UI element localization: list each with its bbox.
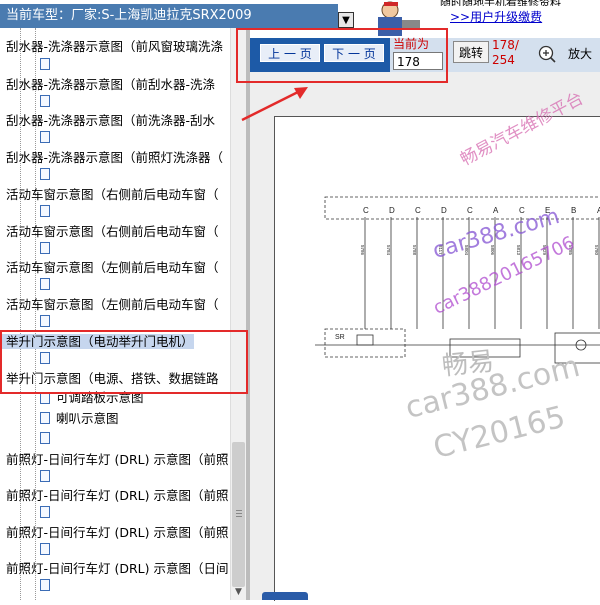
vehicle-model-bar: 当前车型：厂家:S-上海凯迪拉克SRX2009 — [0, 4, 338, 28]
wire-code-label: 5788 — [412, 245, 417, 256]
tree-item-label: 前照灯-日间行车灯 (DRL) 示意图（前照 — [6, 488, 229, 503]
connector-pin-label: C — [519, 206, 525, 215]
tree-item[interactable]: 活动车窗示意图（左侧前后电动车窗（ — [0, 296, 219, 314]
jump-button[interactable]: 跳转 — [453, 41, 489, 63]
vehicle-model-dropdown-button[interactable]: ▼ — [338, 12, 354, 28]
connector-pin-label: D — [389, 206, 395, 215]
annotation-box-pager — [236, 28, 448, 83]
zoom-in-button[interactable]: 放大 — [538, 42, 600, 66]
connector-pin-label: C — [415, 206, 421, 215]
tree-item-label: 刮水器-洗涤器示意图（前风窗玻璃洗涤 — [6, 39, 224, 54]
annotation-box-tree-selection — [0, 330, 248, 394]
document-icon[interactable] — [40, 242, 50, 254]
wire-code-label: 8117 — [438, 245, 443, 255]
document-icon[interactable] — [40, 543, 50, 555]
tree-item[interactable]: 活动车窗示意图（左侧前后电动车窗（ — [0, 259, 219, 277]
wire-code-label: 5813 — [516, 245, 521, 256]
document-icon[interactable] — [40, 58, 50, 70]
component-label: SR — [335, 334, 345, 341]
tree-item[interactable]: 前照灯-日间行车灯 (DRL) 示意图（前照 — [0, 487, 229, 505]
tree-item-label: 刮水器-洗涤器示意图（前照灯洗涤器（ — [6, 150, 224, 165]
bottom-page-tab[interactable] — [262, 592, 308, 600]
vehicle-model-value: 厂家:S-上海凯迪拉克SRX2009 — [71, 8, 252, 23]
wire-code-label: 5829 — [542, 245, 547, 256]
document-icon[interactable] — [40, 506, 50, 518]
tree-item-label: 活动车窗示意图（右侧前后电动车窗（ — [6, 224, 219, 239]
tree-item[interactable]: 前照灯-日间行车灯 (DRL) 示意图（前照 — [0, 451, 229, 469]
document-icon[interactable] — [40, 168, 50, 180]
tree-item[interactable]: 刮水器-洗涤器示意图（前洗涤器-刮水 — [0, 112, 215, 130]
document-icon[interactable] — [40, 315, 50, 327]
wire-code-label: 5785 — [568, 245, 573, 256]
connector-pin-label: C — [363, 206, 369, 215]
document-icon[interactable] — [40, 131, 50, 143]
document-tree-panel: 刮水器-洗涤器示意图（前风窗玻璃洗涤 刮水器-洗涤器示意图（前刮水器-洗涤 刮水… — [0, 28, 230, 600]
scroll-down-arrow-icon[interactable]: ▼ — [232, 586, 245, 598]
tree-item[interactable]: 前照灯-日间行车灯 (DRL) 示意图（日间 — [0, 560, 229, 578]
document-icon[interactable] — [40, 95, 50, 107]
user-upgrade-payment-link[interactable]: >>用户升级缴费 — [450, 8, 542, 25]
tree-item[interactable]: 活动车窗示意图（右侧前后电动车窗（ — [0, 223, 219, 241]
wiring-schematic: CDCDCACEBA 5786 5784 5788 8117 5804 5806 5813 5… — [315, 196, 600, 364]
grip-line — [236, 510, 242, 511]
document-icon[interactable] — [40, 278, 50, 290]
tree-item-label: 活动车窗示意图（右侧前后电动车窗（ — [6, 187, 219, 202]
tree-item[interactable]: 刮水器-洗涤器示意图（前风窗玻璃洗涤 — [0, 38, 223, 56]
tree-item[interactable]: 喇叭示意图 — [56, 410, 119, 428]
tree-item-label: 喇叭示意图 — [56, 411, 119, 426]
mobile-notice-text: 随时随地手机看维修资料 — [440, 0, 561, 6]
connector-pin-label: E — [545, 206, 550, 215]
tree-item-label: 前照灯-日间行车灯 (DRL) 示意图（前照 — [6, 452, 229, 467]
tree-item-label: 活动车窗示意图（左侧前后电动车窗（ — [6, 260, 219, 275]
tree-item-label: 刮水器-洗涤器示意图（前刮水器-洗涤 — [6, 77, 216, 92]
wire-code-label: 5784 — [386, 245, 391, 256]
connector-pin-label: A — [493, 206, 499, 215]
tree-item[interactable]: 前照灯-日间行车灯 (DRL) 示意图（前照 — [0, 524, 229, 542]
grip-line — [236, 513, 242, 514]
zoom-in-label: 放大 — [568, 47, 593, 61]
wire-code-label: 5780 — [594, 245, 599, 256]
connector-pin-label: B — [571, 206, 576, 215]
tree-item[interactable]: 刮水器-洗涤器示意图（前刮水器-洗涤 — [0, 76, 215, 94]
zoom-in-icon — [538, 45, 556, 63]
scrollbar-thumb[interactable] — [232, 442, 245, 587]
tree-item[interactable]: 活动车窗示意图（右侧前后电动车窗（ — [0, 186, 219, 204]
tree-item-label: 刮水器-洗涤器示意图（前洗涤器-刮水 — [6, 113, 216, 128]
page-count: 178/ 254 — [492, 38, 519, 68]
document-icon[interactable] — [40, 470, 50, 482]
document-icon[interactable] — [40, 432, 50, 444]
tree-item-label: 前照灯-日间行车灯 (DRL) 示意图（前照 — [6, 525, 229, 540]
tree-item[interactable]: 刮水器-洗涤器示意图（前照灯洗涤器（ — [0, 149, 223, 167]
vehicle-model-label: 当前车型： — [6, 8, 72, 23]
document-icon[interactable] — [40, 412, 50, 424]
page-count-total: 254 — [492, 53, 515, 67]
wire-code-label: 5804 — [464, 245, 469, 256]
wire-code-label: 5806 — [490, 245, 495, 256]
document-icon[interactable] — [40, 579, 50, 591]
connector-pin-label: C — [467, 206, 473, 215]
annotation-arrow-icon — [241, 87, 308, 122]
wire-code-label: 5786 — [360, 245, 365, 256]
grip-line — [236, 516, 242, 517]
document-icon[interactable] — [40, 205, 50, 217]
page-count-current: 178/ — [492, 38, 519, 52]
schematic-page: CDCDCACEBA 5786 5784 5788 8117 5804 5806 5813 5… — [274, 116, 600, 601]
connector-pin-label: D — [441, 206, 447, 215]
tree-item-label: 活动车窗示意图（左侧前后电动车窗（ — [6, 297, 219, 312]
document-viewer[interactable]: CDCDCACEBA 5786 5784 5788 8117 5804 5806 5813 5… — [250, 72, 600, 601]
tree-item-label: 前照灯-日间行车灯 (DRL) 示意图（日间 — [6, 561, 229, 576]
